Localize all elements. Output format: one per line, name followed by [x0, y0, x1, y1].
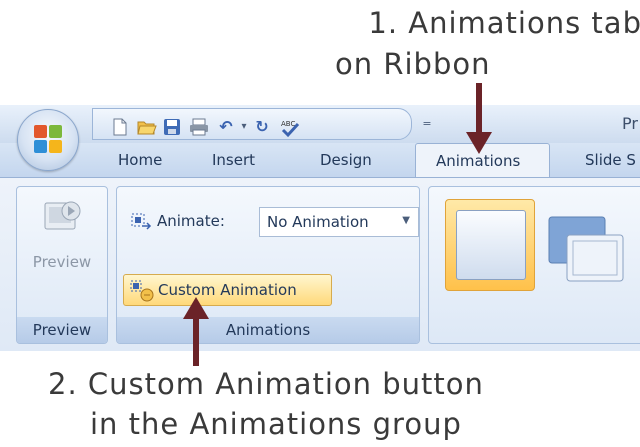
tab-design[interactable]: Design	[320, 151, 372, 169]
dropdown-arrow-icon: ▼	[402, 215, 410, 226]
tab-insert[interactable]: Insert	[212, 151, 255, 169]
animate-dropdown[interactable]: No Animation ▼	[259, 207, 419, 237]
animate-row: Animate: No Animation ▼	[127, 207, 419, 237]
office-orb-icon	[32, 123, 64, 155]
animate-label: Animate:	[157, 212, 225, 230]
qat-dropdown-icon[interactable]: =	[418, 115, 436, 133]
tab-home[interactable]: Home	[118, 151, 162, 169]
animations-group-label: Animations	[117, 317, 419, 343]
quick-access-toolbar: ↶ ▾ ↻ ABC = Pr	[0, 105, 640, 144]
transition-thumbnail-selected[interactable]	[445, 199, 535, 291]
ribbon-content: Preview Preview Animate: No Animation ▼	[0, 177, 640, 351]
open-icon[interactable]	[137, 118, 157, 136]
tab-slide-show[interactable]: Slide S	[585, 151, 636, 169]
callout-2-line-2: in the Animations group	[90, 407, 462, 441]
transition-group	[428, 186, 640, 344]
transition-thumbnail[interactable]	[547, 215, 627, 285]
preview-group: Preview Preview	[16, 186, 108, 344]
callout-1-line-1: 1. Animations tab	[368, 6, 640, 40]
custom-animation-label: Custom Animation	[158, 281, 297, 299]
tab-animations-label: Animations	[436, 152, 521, 170]
preview-button-label: Preview	[32, 253, 92, 271]
office-button[interactable]	[17, 109, 79, 171]
preview-group-label: Preview	[17, 317, 107, 343]
animate-icon	[131, 212, 153, 232]
print-icon[interactable]	[189, 118, 208, 136]
callout-2-arrow-head	[183, 297, 209, 319]
callout-2-line-1: 2. Custom Animation button	[48, 367, 484, 401]
qat-bar: ↶ ▾ ↻ ABC	[92, 108, 412, 140]
animations-group: Animate: No Animation ▼ Custom Animation	[116, 186, 420, 344]
undo-icon[interactable]: ↶	[217, 118, 235, 136]
callout-1-arrow-shaft	[476, 83, 482, 135]
svg-text:ABC: ABC	[281, 120, 295, 128]
preview-button[interactable]: Preview	[23, 193, 101, 293]
callout-2-arrow-shaft	[193, 318, 199, 366]
transition-slide-icon	[456, 210, 526, 280]
spelling-icon[interactable]: ABC	[279, 118, 300, 138]
window-title: Pr	[622, 114, 638, 133]
new-icon[interactable]	[111, 118, 129, 136]
custom-animation-button[interactable]: Custom Animation	[123, 274, 332, 306]
redo-icon[interactable]: ↻	[253, 118, 271, 136]
callout-1-line-2: on Ribbon	[335, 47, 491, 81]
preview-icon	[43, 197, 83, 235]
callout-1-arrow-head	[466, 132, 492, 154]
undo-dropdown-icon[interactable]: ▾	[235, 118, 253, 136]
save-icon[interactable]	[163, 118, 181, 136]
custom-animation-icon	[130, 280, 154, 302]
ribbon: ↶ ▾ ↻ ABC = Pr Home Insert Design Animat…	[0, 105, 640, 351]
animate-dropdown-value: No Animation	[267, 213, 369, 231]
ribbon-tabs: Home Insert Design Animations Slide S	[0, 143, 640, 177]
